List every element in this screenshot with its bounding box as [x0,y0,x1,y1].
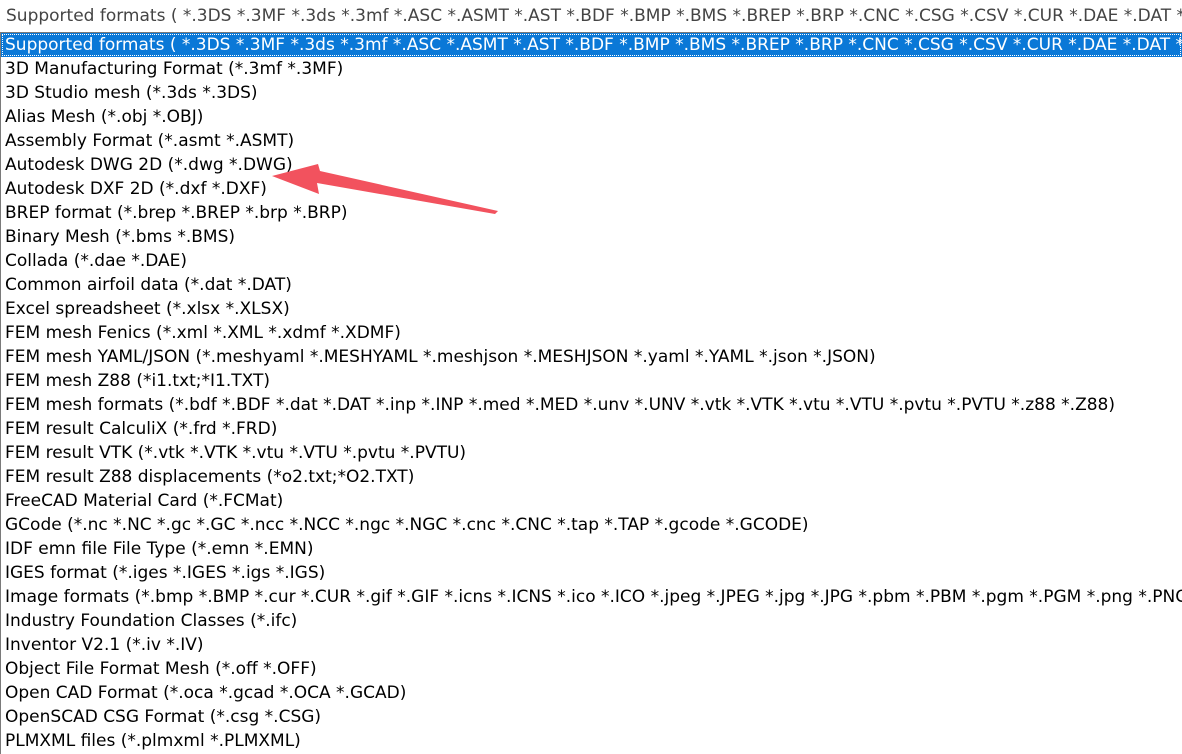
list-item-label: BREP format (*.brep *.BREP *.brp *.BRP) [5,203,348,223]
list-item-label: Industry Foundation Classes (*.ifc) [5,611,298,631]
list-item[interactable]: Autodesk DXF 2D (*.dxf *.DXF) [1,177,1182,201]
list-item[interactable]: Assembly Format (*.asmt *.ASMT) [1,129,1182,153]
list-item-label: 3D Studio mesh (*.3ds *.3DS) [5,83,258,103]
list-item-label: FEM mesh Fenics (*.xml *.XML *.xdmf *.XD… [5,323,401,343]
list-item-label: 3D Manufacturing Format (*.3mf *.3MF) [5,59,344,79]
list-item-label: FEM mesh formats (*.bdf *.BDF *.dat *.DA… [5,395,1115,415]
list-item[interactable]: IDF emn file File Type (*.emn *.EMN) [1,537,1182,561]
list-item[interactable]: BREP format (*.brep *.BREP *.brp *.BRP) [1,201,1182,225]
list-item-label: Autodesk DXF 2D (*.dxf *.DXF) [5,179,267,199]
list-item-label: PLMXML files (*.plmxml *.PLMXML) [5,731,301,751]
list-item[interactable]: Alias Mesh (*.obj *.OBJ) [1,105,1182,129]
list-item[interactable]: Object File Format Mesh (*.off *.OFF) [1,657,1182,681]
list-item[interactable]: Binary Mesh (*.bms *.BMS) [1,225,1182,249]
list-item[interactable]: Common airfoil data (*.dat *.DAT) [1,273,1182,297]
list-item-label: FEM mesh Z88 (*i1.txt;*I1.TXT) [5,371,271,391]
list-item[interactable]: Open CAD Format (*.oca *.gcad *.OCA *.GC… [1,681,1182,705]
list-item-label: IDF emn file File Type (*.emn *.EMN) [5,539,314,559]
list-item-label: Supported formats ( *.3DS *.3MF *.3ds *.… [5,35,1182,55]
file-type-dropdown: Supported formats ( *.3DS *.3MF *.3ds *.… [0,0,1182,754]
list-item[interactable]: GCode (*.nc *.NC *.gc *.GC *.ncc *.NCC *… [1,513,1182,537]
list-item[interactable]: FEM result VTK (*.vtk *.VTK *.vtu *.VTU … [1,441,1182,465]
list-item-label: FreeCAD Material Card (*.FCMat) [5,491,284,511]
list-item[interactable]: Supported formats ( *.3DS *.3MF *.3ds *.… [1,33,1182,57]
file-type-list[interactable]: Supported formats ( *.3DS *.3MF *.3ds *.… [0,33,1182,754]
list-item[interactable]: FEM mesh Z88 (*i1.txt;*I1.TXT) [1,369,1182,393]
list-item-label: FEM result VTK (*.vtk *.VTK *.vtu *.VTU … [5,443,467,463]
list-item[interactable]: FreeCAD Material Card (*.FCMat) [1,489,1182,513]
list-item[interactable]: FEM result CalculiX (*.frd *.FRD) [1,417,1182,441]
list-item[interactable]: 3D Manufacturing Format (*.3mf *.3MF) [1,57,1182,81]
list-item[interactable]: FEM mesh formats (*.bdf *.BDF *.dat *.DA… [1,393,1182,417]
list-item[interactable]: FEM mesh Fenics (*.xml *.XML *.xdmf *.XD… [1,321,1182,345]
list-item-label: Alias Mesh (*.obj *.OBJ) [5,107,204,127]
list-item-label: Open CAD Format (*.oca *.gcad *.OCA *.GC… [5,683,407,703]
list-item[interactable]: Inventor V2.1 (*.iv *.IV) [1,633,1182,657]
list-item-label: Object File Format Mesh (*.off *.OFF) [5,659,317,679]
list-item-label: Binary Mesh (*.bms *.BMS) [5,227,235,247]
list-item[interactable]: Excel spreadsheet (*.xlsx *.XLSX) [1,297,1182,321]
list-item-label: Common airfoil data (*.dat *.DAT) [5,275,292,295]
list-item[interactable]: Image formats (*.bmp *.BMP *.cur *.CUR *… [1,585,1182,609]
list-item-label: Excel spreadsheet (*.xlsx *.XLSX) [5,299,290,319]
list-item-label: Image formats (*.bmp *.BMP *.cur *.CUR *… [5,587,1182,607]
list-item[interactable]: FEM result Z88 displacements (*o2.txt;*O… [1,465,1182,489]
list-item[interactable]: Collada (*.dae *.DAE) [1,249,1182,273]
list-item-label: FEM mesh YAML/JSON (*.meshyaml *.MESHYAM… [5,347,876,367]
list-item[interactable]: PLMXML files (*.plmxml *.PLMXML) [1,729,1182,753]
combobox-current-value: Supported formats ( *.3DS *.3MF *.3ds *.… [6,6,1182,26]
list-item[interactable]: IGES format (*.iges *.IGES *.igs *.IGS) [1,561,1182,585]
list-item[interactable]: Industry Foundation Classes (*.ifc) [1,609,1182,633]
list-item-label: OpenSCAD CSG Format (*.csg *.CSG) [5,707,322,727]
list-item-label: GCode (*.nc *.NC *.gc *.GC *.ncc *.NCC *… [5,515,809,535]
list-item[interactable]: OpenSCAD CSG Format (*.csg *.CSG) [1,705,1182,729]
list-item-label: Inventor V2.1 (*.iv *.IV) [5,635,204,655]
list-item[interactable]: 3D Studio mesh (*.3ds *.3DS) [1,81,1182,105]
list-item-label: FEM result CalculiX (*.frd *.FRD) [5,419,278,439]
list-item[interactable]: Autodesk DWG 2D (*.dwg *.DWG) [1,153,1182,177]
list-item-label: Autodesk DWG 2D (*.dwg *.DWG) [5,155,293,175]
file-type-combobox[interactable]: Supported formats ( *.3DS *.3MF *.3ds *.… [0,0,1182,33]
list-item-label: Assembly Format (*.asmt *.ASMT) [5,131,295,151]
list-item-label: FEM result Z88 displacements (*o2.txt;*O… [5,467,415,487]
list-item[interactable]: FEM mesh YAML/JSON (*.meshyaml *.MESHYAM… [1,345,1182,369]
list-item-label: IGES format (*.iges *.IGES *.igs *.IGS) [5,563,326,583]
list-item-label: Collada (*.dae *.DAE) [5,251,188,271]
